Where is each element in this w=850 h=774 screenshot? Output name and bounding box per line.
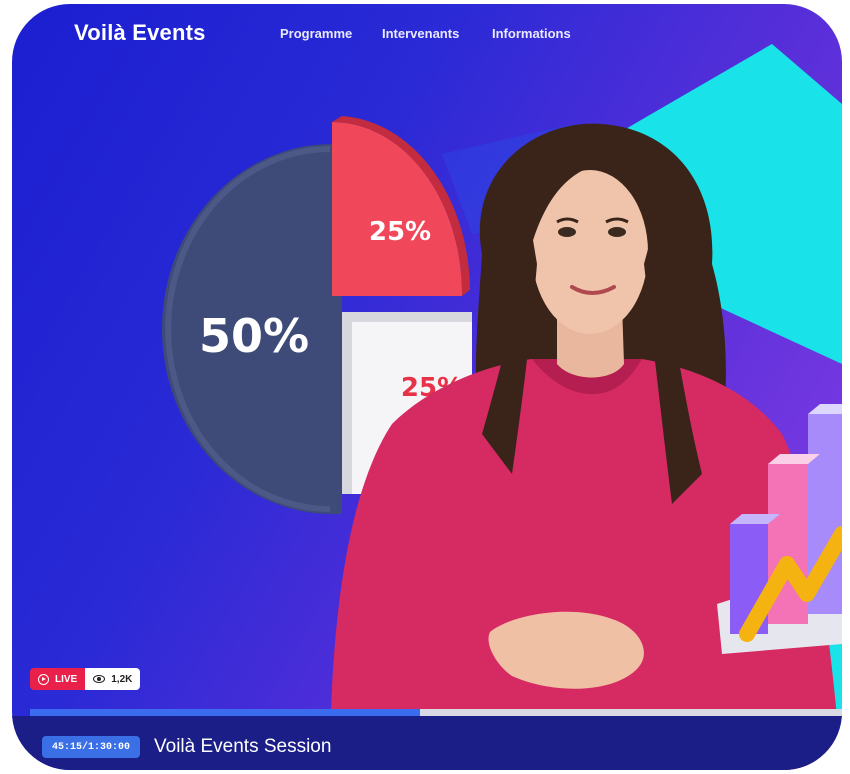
live-label: LIVE <box>55 673 78 685</box>
status-badges: LIVE 1,2K <box>30 668 141 690</box>
player-bottom-bar: 45:15/1:30:00 Voilà Events Session <box>12 716 842 770</box>
viewer-count: 1,2K <box>111 673 133 685</box>
bar-chart-graphic <box>717 404 842 654</box>
viewers-badge: 1,2K <box>85 668 141 690</box>
session-title: Voilà Events Session <box>154 736 332 757</box>
live-badge: LIVE <box>30 668 86 690</box>
video-frame[interactable]: Voilà Events Programme Intervenants Info… <box>12 4 842 770</box>
time-display: 45:15/1:30:00 <box>42 736 141 758</box>
progress-fill <box>30 709 420 716</box>
eye-icon <box>93 675 106 683</box>
live-icon <box>38 673 49 685</box>
playback-progress-bar[interactable] <box>30 709 842 716</box>
